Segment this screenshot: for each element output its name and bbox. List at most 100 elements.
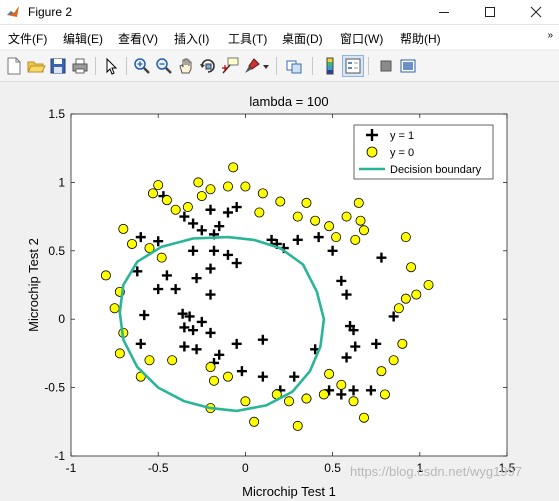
window-title: Figure 2 [28, 5, 73, 19]
y-tick-label: 1.5 [48, 107, 65, 121]
y-tick-label: -0.5 [44, 381, 65, 395]
negative-point [100, 270, 111, 281]
x-axis-label: Microchip Test 1 [242, 484, 336, 499]
toolbar-separator [312, 57, 313, 75]
plot-area[interactable]: lambda = 100 -1 -0.5 0 0.5 1 1.5-1-0.500.511.… [0, 82, 559, 501]
negative-point [193, 177, 204, 188]
negative-point [153, 180, 164, 191]
negative-point [358, 225, 369, 236]
negative-point [240, 396, 251, 407]
negative-point [109, 303, 120, 314]
toolbar-separator [368, 57, 369, 75]
pan-icon[interactable] [176, 56, 196, 76]
negative-point [400, 293, 411, 304]
negative-point [336, 379, 347, 390]
negative-point [324, 221, 335, 232]
legend-label: y = 1 [390, 130, 414, 142]
negative-point [348, 396, 359, 407]
new-figure-icon[interactable] [4, 56, 24, 76]
negative-point [222, 181, 233, 192]
menu-insert[interactable]: 插入(I) [174, 30, 209, 47]
negative-point [161, 195, 172, 206]
colorbar-icon[interactable] [320, 56, 340, 76]
menu-edit[interactable]: 编辑(E) [63, 30, 103, 47]
negative-point [331, 232, 342, 243]
negative-point [182, 202, 193, 213]
negative-point [127, 238, 138, 249]
chart-title: lambda = 100 [249, 94, 328, 109]
x-tick-label: 0.5 [324, 461, 341, 475]
x-tick-label: -0.5 [148, 461, 169, 475]
legend-label: y = 0 [390, 147, 414, 159]
negative-point [388, 355, 399, 366]
y-tick-label: -1 [54, 449, 65, 463]
negative-point [341, 211, 352, 222]
negative-point [254, 207, 265, 218]
negative-point [144, 355, 155, 366]
negative-point [228, 162, 239, 173]
show-plot-tools-icon[interactable] [398, 56, 418, 76]
maximize-button[interactable] [467, 0, 513, 24]
y-tick-label: 0.5 [48, 244, 65, 258]
print-icon[interactable] [70, 56, 90, 76]
link-plot-icon[interactable] [284, 56, 304, 76]
close-icon [530, 6, 542, 18]
edit-plot-icon[interactable] [101, 56, 121, 76]
negative-point [411, 289, 422, 300]
negative-point [355, 215, 366, 226]
x-tick-label: 0 [242, 461, 249, 475]
watermark: https://blog.csdn.net/wyg1997 [350, 464, 522, 479]
zoom-in-icon[interactable] [132, 56, 152, 76]
negative-point [196, 191, 207, 202]
toolbar-separator [95, 57, 96, 75]
y-tick-label: 0 [58, 312, 65, 326]
negative-point [423, 279, 434, 290]
save-icon[interactable] [48, 56, 68, 76]
negative-point [205, 362, 216, 373]
negative-point [318, 389, 329, 400]
negative-point [275, 196, 286, 207]
negative-point [156, 252, 167, 263]
brush-icon[interactable] [242, 56, 262, 76]
menu-desktop[interactable]: 桌面(D) [282, 30, 323, 47]
menu-tools[interactable]: 工具(T) [228, 30, 267, 47]
negative-point [249, 416, 260, 427]
open-file-icon[interactable] [26, 56, 46, 76]
matlab-icon [6, 5, 20, 19]
y-tick-label: 1 [58, 175, 65, 189]
negative-point [358, 412, 369, 423]
legend[interactable]: y = 1 y = 0 Decision boundary [353, 124, 494, 180]
negative-point [310, 215, 321, 226]
menu-help[interactable]: 帮助(H) [400, 30, 441, 47]
data-cursor-icon[interactable] [220, 56, 240, 76]
zoom-out-icon[interactable] [154, 56, 174, 76]
negative-point [147, 188, 158, 199]
legend-icon[interactable] [342, 55, 364, 77]
negative-point [283, 396, 294, 407]
negative-point [292, 211, 303, 222]
negative-point [170, 204, 181, 215]
minimize-icon [439, 12, 449, 13]
toolbar-separator [126, 57, 127, 75]
negative-point [257, 188, 268, 199]
negative-point [406, 262, 417, 273]
hide-plot-tools-icon[interactable] [376, 56, 396, 76]
negative-point [350, 234, 361, 245]
negative-point [301, 393, 312, 404]
negative-point [376, 366, 387, 377]
menu-file[interactable]: 文件(F) [8, 30, 47, 47]
menu-bar: 文件(F) 编辑(E) 查看(V) 插入(I) 工具(T) 桌面(D) 窗口(W… [0, 25, 559, 49]
negative-point [222, 371, 233, 382]
brush-dropdown-icon[interactable] [262, 63, 270, 71]
figure-toolbar [0, 51, 559, 82]
menu-view[interactable]: 查看(V) [118, 30, 158, 47]
negative-point [397, 338, 408, 349]
rotate-3d-icon[interactable] [198, 56, 218, 76]
x-tick-label: -1 [66, 461, 77, 475]
menu-window[interactable]: 窗口(W) [340, 30, 383, 47]
negative-point [240, 181, 251, 192]
negative-point [400, 232, 411, 243]
minimize-button[interactable] [421, 0, 467, 24]
close-button[interactable] [513, 0, 559, 24]
menu-overflow-icon[interactable]: » [547, 30, 553, 41]
